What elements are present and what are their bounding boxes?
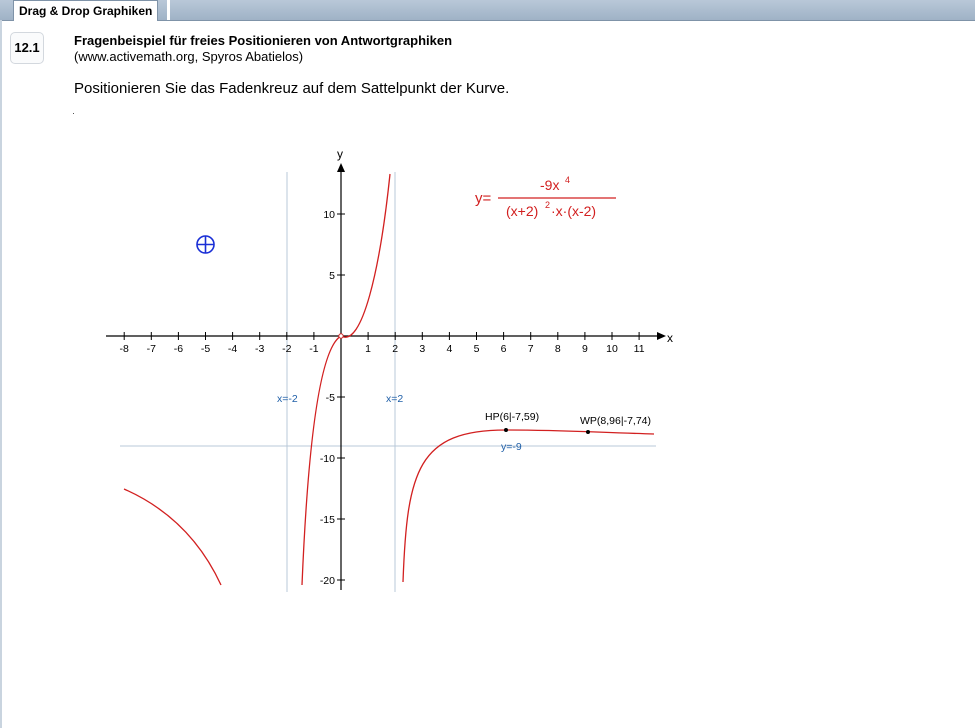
function-graph: x y -8 -7 -6 -5 -4 -3 -2 -1 1 2 3 4 5 6 7 8 9 10 11 10 5 -5 -… (106, 147, 673, 592)
x-axis-arrow (657, 332, 666, 340)
crosshair-icon[interactable] (196, 235, 215, 254)
x-axis-label: x (667, 331, 673, 345)
x-tick-label: -2 (282, 343, 291, 355)
x-tick-label: 4 (446, 343, 452, 355)
y-tick-label: 5 (329, 270, 335, 282)
saddle-point-marker (338, 333, 344, 339)
x-tick-label: -4 (228, 343, 237, 355)
equation-lhs: y= (475, 190, 492, 207)
asymptote-right-label: x=2 (386, 393, 403, 405)
y-axis-arrow (337, 163, 345, 172)
equation-denominator-a: (x+2) (506, 203, 538, 219)
curve-branch-middle (301, 173, 391, 586)
x-tick-label: 7 (528, 343, 534, 355)
function-equation: y= -9x 4 (x+2) 2 ·x·(x-2) (475, 175, 616, 219)
equation-numerator-exponent: 4 (565, 175, 570, 185)
equation-denominator-exponent: 2 (545, 200, 550, 210)
x-tick-label: 5 (474, 343, 480, 355)
x-tick-label: 6 (501, 343, 507, 355)
asymptote-horizontal-label: y=-9 (501, 441, 522, 453)
x-tick-label: 2 (392, 343, 398, 355)
wp-point-label: WP(8,96|-7,74) (580, 415, 651, 427)
asymptote-left-label: x=-2 (277, 393, 298, 405)
x-tick-label: -6 (174, 343, 183, 355)
hp-point-label: HP(6|-7,59) (485, 411, 539, 423)
wp-point (586, 430, 590, 434)
x-tick-label: -7 (147, 343, 156, 355)
y-tick-label: -15 (320, 514, 335, 526)
y-tick-label: -5 (326, 392, 335, 404)
x-tick-label: -1 (309, 343, 318, 355)
x-tick-label: 10 (606, 343, 618, 355)
hp-point (504, 428, 508, 432)
x-tick-label: 11 (634, 343, 645, 355)
y-tick-label: -10 (320, 453, 335, 465)
curve-branch-left (123, 488, 222, 586)
x-tick-label: 1 (365, 343, 371, 355)
x-tick-label: -3 (255, 343, 264, 355)
equation-denominator-b: ·x·(x-2) (551, 203, 596, 219)
equation-numerator: -9x (540, 177, 559, 193)
y-tick-label: 10 (323, 209, 335, 221)
y-tick-label: -20 (320, 575, 335, 587)
x-tick-label: 8 (555, 343, 561, 355)
x-tick-label: -5 (201, 343, 210, 355)
y-axis-label: y (337, 147, 343, 161)
x-tick-label: 9 (582, 343, 588, 355)
x-tick-label: -8 (120, 343, 129, 355)
curve-branch-right (402, 429, 655, 583)
x-tick-label: 3 (419, 343, 425, 355)
